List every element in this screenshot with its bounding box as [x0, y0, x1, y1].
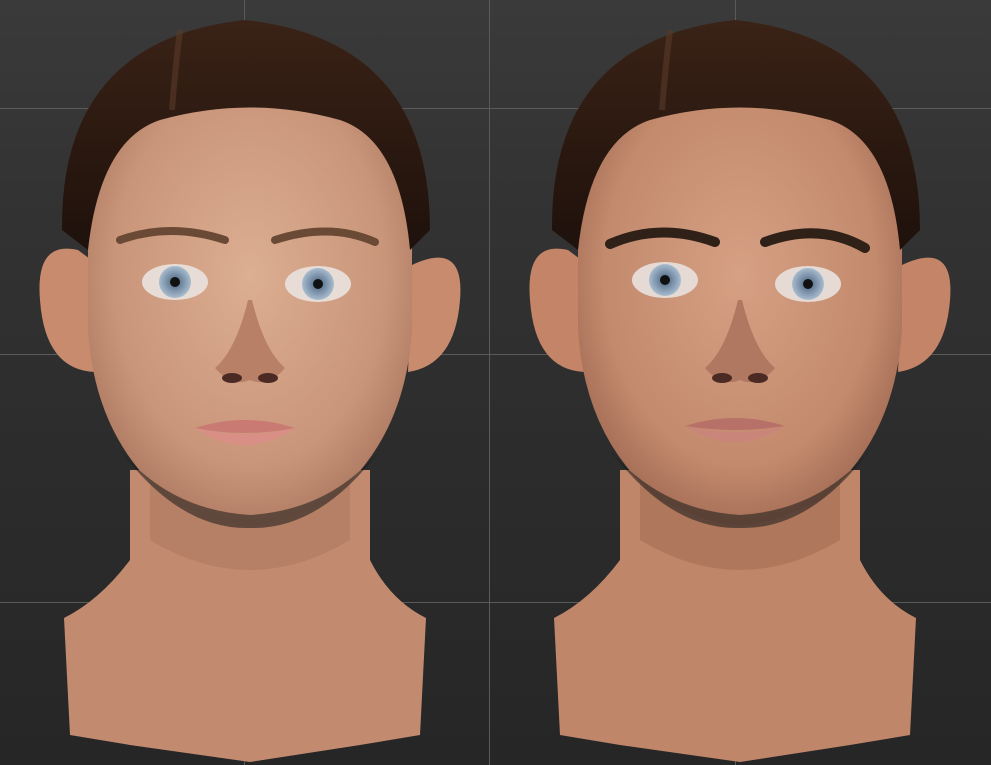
3d-viewport[interactable] [0, 0, 991, 765]
head-render-left [39, 20, 461, 762]
head-render-right [529, 20, 951, 762]
head-model-left[interactable] [0, 0, 495, 765]
head-model-right[interactable] [490, 0, 985, 765]
